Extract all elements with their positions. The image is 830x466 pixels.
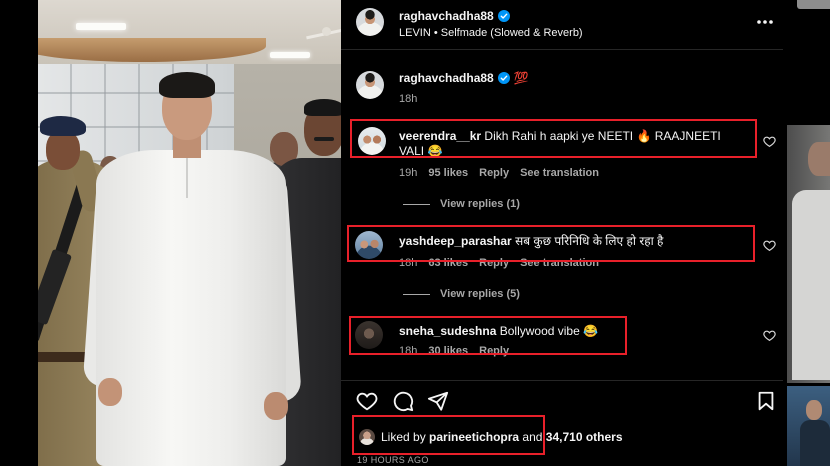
caption: raghavchadha88 💯 (399, 71, 529, 85)
highlight-box-comment-3 (349, 316, 627, 355)
next-post-image-figure (792, 190, 830, 380)
highlight-box-comment-1 (350, 119, 757, 158)
photo-right-man-mustache (314, 137, 334, 141)
photo-ceiling-light (270, 52, 310, 58)
verified-badge-icon (497, 72, 510, 84)
next-post-image-face (806, 400, 822, 420)
photo-police-beret (40, 116, 86, 136)
next-post-image-face (808, 142, 830, 176)
comment-like-heart-icon[interactable] (763, 135, 776, 148)
photo-main-man-hair (159, 72, 215, 98)
highlight-box-comment-2 (347, 225, 755, 262)
comment-meta: 19h 95 likes Reply See translation (399, 167, 599, 179)
caption-text: 💯 (513, 71, 529, 85)
photo-main-man-placket (186, 154, 188, 198)
see-translation-button[interactable]: See translation (520, 167, 599, 179)
share-icon[interactable] (427, 390, 449, 412)
verified-badge-icon (497, 10, 510, 22)
like-heart-icon[interactable] (356, 390, 378, 412)
author-avatar[interactable] (356, 8, 384, 36)
highlight-box-liked-by (352, 415, 545, 455)
view-replies-label: View replies (5) (440, 288, 520, 300)
view-replies-button[interactable]: View replies (5) (403, 288, 520, 300)
photo-ceiling-light (76, 23, 126, 30)
author-name-row: raghavchadha88 (399, 9, 510, 23)
photo-right-man-hair (304, 99, 341, 116)
post-photo[interactable] (38, 0, 341, 466)
comment-time: 19h (399, 167, 418, 179)
more-options-icon[interactable] (755, 14, 775, 30)
photo-main-man-kurta (96, 150, 286, 466)
caption-username[interactable]: raghavchadha88 (399, 71, 494, 85)
comment-reply-button[interactable]: Reply (479, 167, 509, 179)
header-divider (341, 49, 783, 50)
audio-track-link[interactable]: LEVIN • Selfmade (Slowed & Reverb) (399, 27, 583, 39)
view-replies-label: View replies (1) (440, 198, 520, 210)
author-username[interactable]: raghavchadha88 (399, 9, 494, 23)
comment-like-heart-icon[interactable] (763, 239, 776, 252)
bookmark-icon[interactable] (755, 390, 777, 412)
comment-like-heart-icon[interactable] (763, 329, 776, 342)
caption-time: 18h (399, 93, 418, 105)
next-post-preview-edge (797, 0, 830, 9)
photo-main-man-right-hand (264, 392, 288, 420)
view-replies-line (403, 293, 430, 295)
comment-likes-link[interactable]: 95 likes (428, 167, 468, 179)
actions-divider (341, 380, 783, 381)
photo-ceiling-fan-hub (322, 27, 331, 36)
caption-author-avatar[interactable] (356, 71, 384, 99)
likes-count-link[interactable]: 34,710 others (546, 430, 623, 444)
comment-icon[interactable] (392, 390, 414, 412)
photo-police-head (46, 130, 80, 170)
post-timestamp[interactable]: 19 HOURS AGO (357, 455, 429, 465)
view-replies-line (403, 203, 430, 205)
next-post-image-figure (800, 420, 830, 466)
view-replies-button[interactable]: View replies (1) (403, 198, 520, 210)
photo-main-man-left-hand (98, 378, 122, 406)
